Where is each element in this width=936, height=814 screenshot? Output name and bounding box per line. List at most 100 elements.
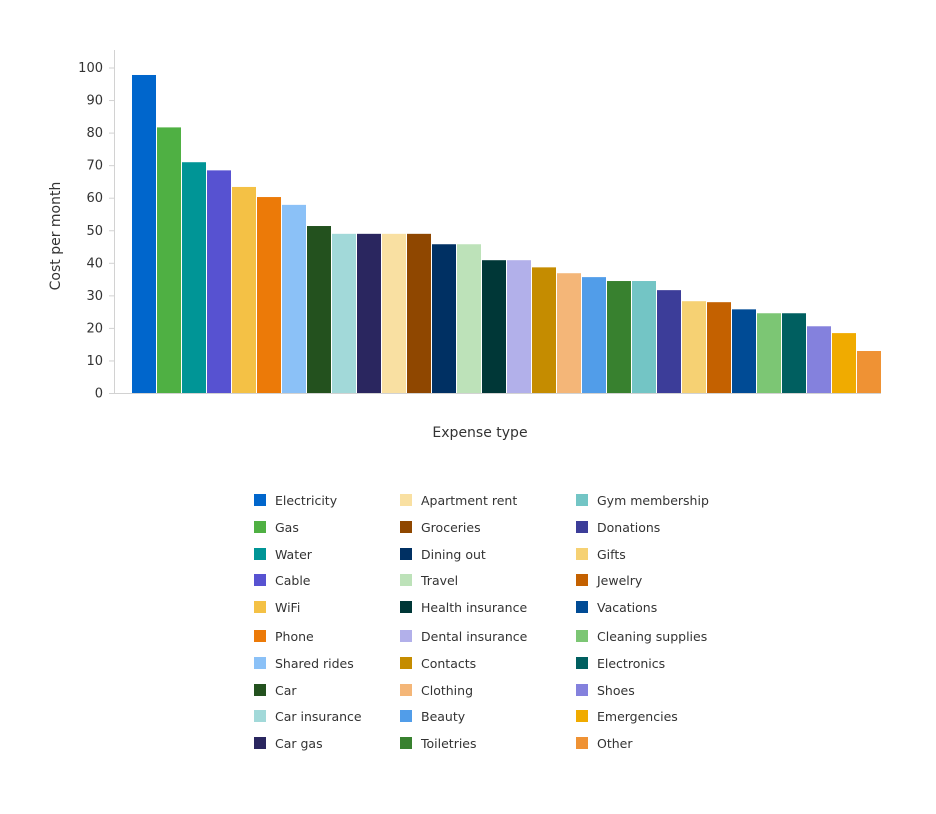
legend-label: Electricity bbox=[275, 492, 338, 508]
bar-health-insurance[interactable]: Health insurance: 40.8 bbox=[482, 260, 506, 393]
bar-electricity[interactable]: Electricity: 97.7 bbox=[132, 74, 156, 393]
y-tick-label: 50 bbox=[86, 224, 103, 239]
y-tick-label: 40 bbox=[86, 256, 103, 271]
legend-label: Apartment rent bbox=[421, 492, 518, 508]
bar-travel[interactable]: Travel: 45.7 bbox=[457, 244, 481, 393]
bar-phone[interactable]: Phone: 60.2 bbox=[257, 197, 281, 393]
legend-label: Dining out bbox=[421, 546, 486, 562]
legend-swatch-icon bbox=[576, 737, 588, 749]
legend-item[interactable]: Contacts bbox=[400, 653, 476, 673]
bar-car-gas[interactable]: Car gas: 48.9 bbox=[357, 233, 381, 393]
legend-item[interactable]: Clothing bbox=[400, 680, 473, 700]
legend-item[interactable]: Travel bbox=[400, 570, 458, 590]
legend-label: Dental insurance bbox=[421, 628, 528, 644]
legend-item[interactable]: Vacations bbox=[576, 597, 657, 617]
bar-emergencies[interactable]: Emergencies: 18.4 bbox=[832, 333, 856, 393]
legend-label: Jewelry bbox=[597, 572, 643, 588]
legend-swatch-icon bbox=[576, 494, 588, 506]
legend-swatch-icon bbox=[400, 657, 412, 669]
legend-swatch-icon bbox=[254, 548, 266, 560]
bar-dining-out[interactable]: Dining out: 45.7 bbox=[432, 244, 456, 393]
legend-swatch-icon bbox=[400, 494, 412, 506]
legend-item[interactable]: Apartment rent bbox=[400, 490, 517, 510]
legend-swatch-icon bbox=[576, 574, 588, 586]
legend: Electricity Gas Water Cable WiFi Phone Shared … bbox=[254, 490, 734, 760]
legend-item[interactable]: WiFi bbox=[254, 597, 300, 617]
bar-beauty[interactable]: Beauty: 35.6 bbox=[582, 277, 606, 393]
legend-item[interactable]: Electricity bbox=[254, 490, 337, 510]
bar-gym-membership[interactable]: Gym membership: 34.4 bbox=[632, 281, 656, 393]
legend-label: Health insurance bbox=[421, 599, 528, 615]
legend-swatch-icon bbox=[576, 630, 588, 642]
legend-item[interactable]: Water bbox=[254, 544, 312, 564]
legend-item[interactable]: Toiletries bbox=[400, 733, 477, 753]
legend-item[interactable]: Car insurance bbox=[254, 706, 362, 726]
legend-item[interactable]: Car bbox=[254, 680, 297, 700]
legend-item[interactable]: Donations bbox=[576, 517, 660, 537]
legend-label: Cleaning supplies bbox=[597, 628, 708, 644]
legend-item[interactable]: Shared rides bbox=[254, 653, 354, 673]
legend-item[interactable]: Emergencies bbox=[576, 706, 678, 726]
legend-label: Gas bbox=[275, 519, 299, 535]
bar-car-insurance[interactable]: Car insurance: 48.9 bbox=[332, 233, 356, 393]
bar-apartment-rent[interactable]: Apartment rent: 48.9 bbox=[382, 233, 406, 393]
legend-swatch-icon bbox=[254, 630, 266, 642]
legend-item[interactable]: Beauty bbox=[400, 706, 465, 726]
y-tick-label: 100 bbox=[78, 61, 103, 76]
bar-toiletries[interactable]: Toiletries: 34.4 bbox=[607, 281, 631, 393]
legend-swatch-icon bbox=[400, 684, 412, 696]
legend-swatch-icon bbox=[254, 737, 266, 749]
legend-item[interactable]: Shoes bbox=[576, 680, 635, 700]
legend-swatch-icon bbox=[400, 548, 412, 560]
legend-item[interactable]: Phone bbox=[254, 626, 314, 646]
bar-cleaning-supplies[interactable]: Cleaning supplies: 24.5 bbox=[757, 313, 781, 393]
legend-label: Clothing bbox=[421, 682, 474, 698]
bar-vacations[interactable]: Vacations: 25.7 bbox=[732, 309, 756, 393]
bar-wifi[interactable]: WiFi: 63.3 bbox=[232, 186, 256, 393]
legend-item[interactable]: Dining out bbox=[400, 544, 486, 564]
legend-item[interactable]: Jewelry bbox=[576, 570, 642, 590]
legend-label: Contacts bbox=[421, 655, 477, 671]
legend-label: Gifts bbox=[597, 546, 626, 562]
legend-label: Car bbox=[275, 682, 297, 698]
bar-shared-rides[interactable]: Shared rides: 57.8 bbox=[282, 204, 306, 393]
bar-other[interactable]: Other: 12.9 bbox=[857, 351, 881, 393]
legend-item[interactable]: Health insurance bbox=[400, 597, 527, 617]
legend-item[interactable]: Cleaning supplies bbox=[576, 626, 707, 646]
bar-car[interactable]: Car: 51.3 bbox=[307, 226, 331, 393]
legend-item[interactable]: Gifts bbox=[576, 544, 626, 564]
legend-swatch-icon bbox=[576, 521, 588, 533]
y-tick-label: 0 bbox=[95, 387, 103, 402]
bar-shoes[interactable]: Shoes: 20.5 bbox=[807, 326, 831, 393]
bar-gas[interactable]: Gas: 81.6 bbox=[157, 127, 181, 393]
bar-gifts[interactable]: Gifts: 28.2 bbox=[682, 301, 706, 393]
legend-item[interactable]: Cable bbox=[254, 570, 311, 590]
bar-cable[interactable]: Cable: 68.4 bbox=[207, 170, 231, 393]
legend-item[interactable]: Electronics bbox=[576, 653, 665, 673]
bar-groceries[interactable]: Groceries: 48.9 bbox=[407, 233, 431, 393]
legend-item[interactable]: Groceries bbox=[400, 517, 481, 537]
legend-swatch-icon bbox=[576, 548, 588, 560]
legend-swatch-icon bbox=[254, 574, 266, 586]
legend-swatch-icon bbox=[576, 601, 588, 613]
legend-swatch-icon bbox=[254, 494, 266, 506]
bar-water[interactable]: Water: 70.9 bbox=[182, 162, 206, 393]
legend-label: Travel bbox=[421, 572, 459, 588]
legend-item[interactable]: Gas bbox=[254, 517, 299, 537]
legend-label: Phone bbox=[275, 628, 314, 644]
legend-item[interactable]: Dental insurance bbox=[400, 626, 527, 646]
bar-electronics[interactable]: Electronics: 24.5 bbox=[782, 313, 806, 393]
legend-item[interactable]: Car gas bbox=[254, 733, 323, 753]
legend-label: Electronics bbox=[597, 655, 666, 671]
bar-contacts[interactable]: Contacts: 38.6 bbox=[532, 267, 556, 393]
legend-label: Shared rides bbox=[275, 655, 354, 671]
bar-donations[interactable]: Donations: 31.6 bbox=[657, 290, 681, 393]
legend-label: Vacations bbox=[597, 599, 658, 615]
legend-swatch-icon bbox=[576, 657, 588, 669]
bar-clothing[interactable]: Clothing: 36.8 bbox=[557, 273, 581, 393]
legend-swatch-icon bbox=[254, 710, 266, 722]
legend-item[interactable]: Gym membership bbox=[576, 490, 709, 510]
legend-item[interactable]: Other bbox=[576, 733, 633, 753]
bar-dental-insurance[interactable]: Dental insurance: 40.8 bbox=[507, 260, 531, 393]
bar-jewelry[interactable]: Jewelry: 27.9 bbox=[707, 302, 731, 393]
